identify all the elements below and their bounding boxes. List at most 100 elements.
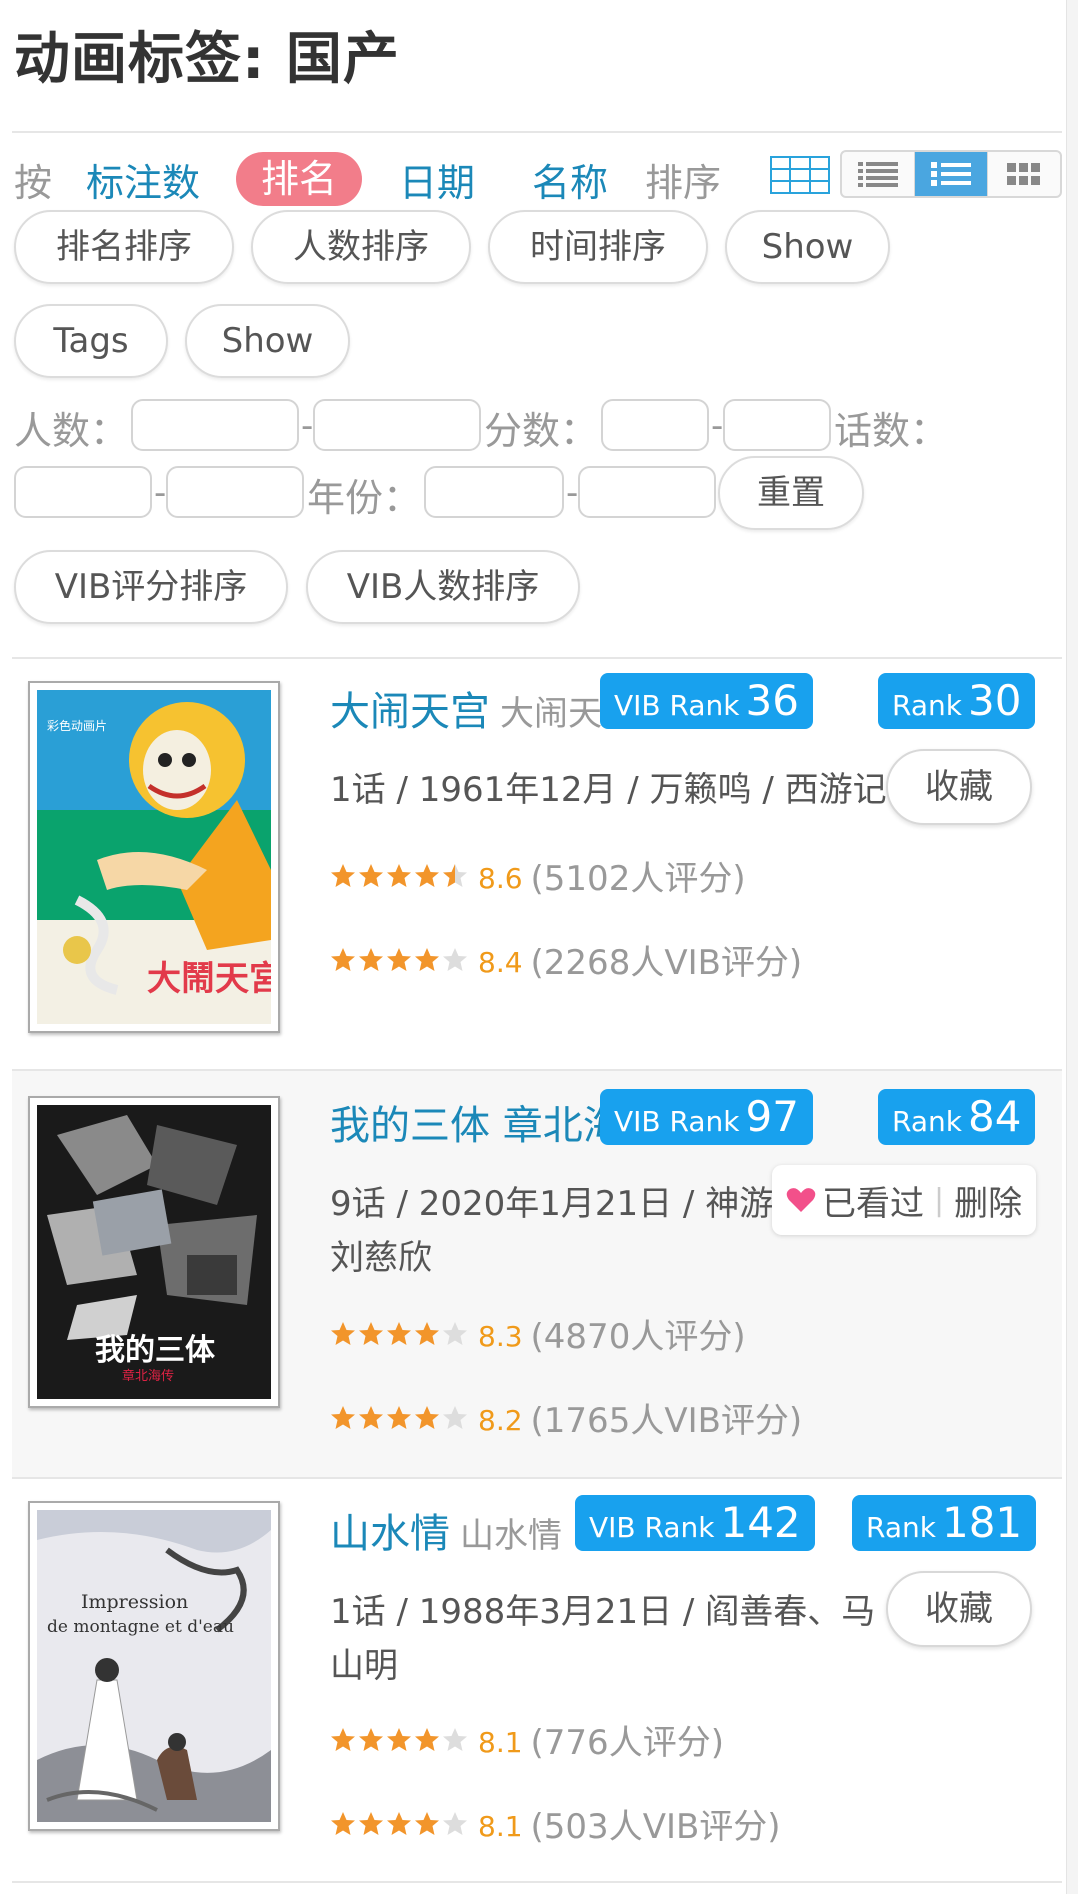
- star-icon: [359, 1811, 383, 1835]
- star-icon: [387, 947, 411, 971]
- score-max-input[interactable]: [723, 399, 831, 451]
- star-icon: [415, 1811, 439, 1835]
- sort-suffix: 排序: [645, 161, 722, 205]
- year-min-input[interactable]: [424, 466, 564, 518]
- item-title[interactable]: 山水情 山水情: [330, 1501, 562, 1559]
- star-rating-icon: [330, 1727, 468, 1753]
- sort-by-rank-active[interactable]: 排名: [236, 152, 362, 206]
- rank-badge: Rank 181: [852, 1495, 1037, 1551]
- list-detail-icon[interactable]: [915, 152, 988, 196]
- vib-rating: 8.2 (1765人VIB评分): [330, 1393, 802, 1442]
- star-icon: [331, 1811, 355, 1835]
- star-icon: [443, 1811, 467, 1835]
- filter-year-label: 年份：: [307, 476, 422, 520]
- count-min-input[interactable]: [131, 399, 299, 451]
- list-item: 我的三体 章北海传 我的三体 章北海 VIB Rank 97 Rank 84 9话 …: [12, 1071, 1062, 1477]
- star-icon: [415, 863, 439, 887]
- svg-text:彩色动画片: 彩色动画片: [47, 719, 107, 733]
- grid-icon[interactable]: [988, 152, 1060, 196]
- star-icon: [387, 863, 411, 887]
- star-icon: [359, 1321, 383, 1345]
- cover-image[interactable]: Impression de montagne et d'eau: [28, 1501, 280, 1831]
- svg-text:de montagne et d'eau: de montagne et d'eau: [47, 1617, 234, 1637]
- sort-count-button[interactable]: 人数排序: [251, 210, 471, 284]
- sort-prefix: 按: [14, 161, 53, 205]
- star-icon: [387, 1405, 411, 1429]
- divider: [12, 1881, 1062, 1883]
- score-rating: 8.3 (4870人评分): [330, 1309, 746, 1358]
- tags-button[interactable]: Tags: [14, 304, 168, 378]
- vib-score-sort-button[interactable]: VIB评分排序: [14, 550, 288, 624]
- svg-text:大鬧天宮: 大鬧天宮: [147, 959, 271, 999]
- table-view-icon[interactable]: [770, 156, 830, 194]
- star-icon: [331, 863, 355, 887]
- star-rating-icon: [330, 1321, 468, 1347]
- year-max-input[interactable]: [578, 466, 716, 518]
- star-icon: [415, 947, 439, 971]
- item-title[interactable]: 我的三体 章北海: [330, 1093, 623, 1151]
- delete-button[interactable]: 删除: [954, 1176, 1022, 1225]
- separator: -: [301, 406, 314, 446]
- episodes-min-input[interactable]: [14, 466, 152, 518]
- show-button[interactable]: Show: [725, 210, 890, 284]
- filter-count-label: 人数：: [14, 409, 129, 453]
- show-tags-button[interactable]: Show: [185, 304, 350, 378]
- star-icon: [387, 1811, 411, 1835]
- star-icon: [331, 947, 355, 971]
- item-title[interactable]: 大闹天宫 大闹天: [330, 679, 602, 737]
- vib-rating: 8.1 (503人VIB评分): [330, 1799, 781, 1848]
- divider: [12, 131, 1062, 133]
- star-icon: [331, 1727, 355, 1751]
- filter-episodes-label: 话数：: [834, 409, 949, 453]
- svg-text:我的三体: 我的三体: [95, 1333, 216, 1368]
- cover-image[interactable]: 我的三体 章北海传: [28, 1096, 280, 1408]
- star-rating-icon: [330, 1405, 468, 1431]
- score-min-input[interactable]: [601, 399, 709, 451]
- collect-button[interactable]: 收藏: [886, 749, 1032, 825]
- star-icon: [359, 1727, 383, 1751]
- cover-image[interactable]: 彩色动画片 大鬧天宮: [28, 681, 280, 1033]
- star-icon: [331, 1405, 355, 1429]
- star-icon: [443, 863, 467, 887]
- star-rating-icon: [330, 1811, 468, 1837]
- page-title: 动画标签: 国产: [14, 27, 400, 92]
- star-icon: [359, 863, 383, 887]
- rank-badge: Rank 30: [878, 673, 1036, 729]
- vib-rank-badge: VIB Rank 142: [575, 1495, 815, 1551]
- count-max-input[interactable]: [313, 399, 481, 451]
- separator: -: [154, 473, 167, 513]
- sort-rank-button[interactable]: 排名排序: [14, 210, 234, 284]
- separator: -: [566, 473, 579, 513]
- list-compact-icon[interactable]: [842, 152, 915, 196]
- sort-by-date[interactable]: 日期: [399, 152, 475, 207]
- watched-label[interactable]: 已看过: [822, 1176, 924, 1225]
- separator: -: [711, 406, 724, 446]
- star-icon: [415, 1321, 439, 1345]
- star-icon: [331, 1321, 355, 1345]
- sort-by-name[interactable]: 名称: [532, 152, 608, 207]
- star-icon: [387, 1727, 411, 1751]
- reset-button[interactable]: 重置: [718, 456, 864, 530]
- star-icon: [415, 1727, 439, 1751]
- vib-rank-badge: VIB Rank 36: [600, 673, 813, 729]
- star-icon: [443, 1405, 467, 1429]
- sort-time-button[interactable]: 时间排序: [488, 210, 708, 284]
- filter-score-label: 分数：: [484, 409, 599, 453]
- vib-count-sort-button[interactable]: VIB人数排序: [306, 550, 580, 624]
- view-mode-toggle: [840, 150, 1062, 198]
- score-rating: 8.6 (5102人评分): [330, 851, 746, 900]
- star-rating-icon: [330, 863, 468, 889]
- scrollbar[interactable]: [1066, 0, 1078, 1894]
- sort-by-marks[interactable]: 标注数: [86, 152, 200, 207]
- star-icon: [443, 947, 467, 971]
- watched-status: 已看过 | 删除: [772, 1165, 1037, 1235]
- episodes-max-input[interactable]: [166, 466, 304, 518]
- star-icon: [443, 1321, 467, 1345]
- list-item: 彩色动画片 大鬧天宮 大闹天宫 大闹天 VIB Rank 36 Rank 30 1话 …: [12, 659, 1062, 1069]
- star-icon: [359, 1405, 383, 1429]
- star-icon: [443, 1727, 467, 1751]
- collect-button[interactable]: 收藏: [886, 1571, 1032, 1647]
- star-icon: [415, 1405, 439, 1429]
- star-icon: [359, 947, 383, 971]
- svg-text:章北海传: 章北海传: [122, 1368, 174, 1384]
